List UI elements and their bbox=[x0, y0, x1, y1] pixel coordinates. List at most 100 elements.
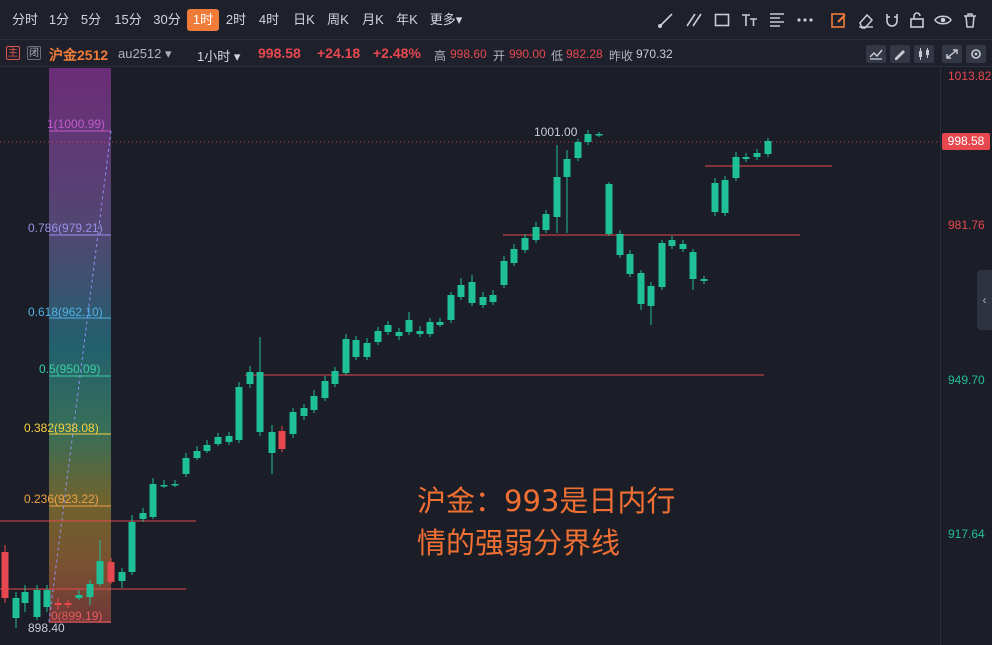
lock-icon[interactable] bbox=[908, 11, 926, 29]
candle-body bbox=[500, 261, 508, 285]
tf-1h[interactable]: 1时 bbox=[187, 9, 219, 31]
candle-body bbox=[395, 332, 403, 336]
tf-yearly[interactable]: 年K bbox=[389, 9, 425, 31]
fibonacci-icon[interactable] bbox=[768, 11, 786, 29]
candle-body bbox=[753, 153, 761, 157]
chart-annotation[interactable]: 沪金：993是日内行 情的强弱分界线 bbox=[417, 480, 675, 564]
draw-pen-icon[interactable] bbox=[890, 45, 910, 63]
candle-body bbox=[193, 451, 201, 458]
tf-1min[interactable]: 1分 bbox=[44, 9, 74, 31]
high-value: 998.60 bbox=[450, 47, 487, 61]
contract-select[interactable]: au2512 ▾ bbox=[118, 46, 172, 62]
candle-body bbox=[128, 522, 136, 572]
candle-body bbox=[1, 552, 9, 598]
candle-body bbox=[426, 322, 434, 334]
trend-line-icon[interactable] bbox=[657, 11, 675, 29]
candle-body bbox=[160, 485, 168, 487]
fib-label-0786: 0.786(979.21) bbox=[28, 221, 103, 235]
candle-body bbox=[658, 243, 666, 287]
price-change-pct: +2.48% bbox=[373, 45, 421, 61]
eye-icon[interactable] bbox=[934, 11, 952, 29]
candle-body bbox=[21, 592, 29, 603]
candle-body bbox=[668, 240, 676, 246]
candle-body bbox=[96, 561, 104, 584]
tf-monthly[interactable]: 月K bbox=[355, 9, 391, 31]
price-axis[interactable] bbox=[940, 67, 992, 645]
candle-body bbox=[584, 134, 592, 142]
candle-body bbox=[171, 484, 179, 486]
more-dots-icon[interactable] bbox=[796, 11, 814, 29]
candle-body bbox=[214, 437, 222, 444]
candle-body bbox=[225, 436, 233, 442]
candle-body bbox=[278, 431, 286, 449]
candle-body bbox=[563, 159, 571, 177]
axis-label-949: 949.70 bbox=[948, 373, 985, 387]
candle-body bbox=[711, 183, 719, 212]
fib-label-05: 0.5(950.09) bbox=[39, 362, 101, 376]
candle-body bbox=[647, 286, 655, 306]
tf-more[interactable]: 更多▾ bbox=[423, 9, 469, 31]
candle-body bbox=[384, 325, 392, 332]
candle-body bbox=[75, 595, 83, 598]
candle-body bbox=[457, 285, 465, 297]
axis-label-917: 917.64 bbox=[948, 527, 985, 541]
candle-body bbox=[468, 282, 476, 303]
tf-fenshi[interactable]: 分时 bbox=[6, 9, 44, 31]
candle-body bbox=[321, 381, 329, 398]
eraser-icon[interactable] bbox=[857, 11, 875, 29]
rectangle-icon[interactable] bbox=[713, 11, 731, 29]
timeframe-toolbar: 分时 1分 5分 15分 30分 1时 2时 4时 日K 周K 月K 年K 更多… bbox=[0, 0, 992, 40]
market-closed-badge: 闭 bbox=[27, 46, 41, 60]
main-contract-badge: 主 bbox=[6, 46, 20, 60]
candle-body bbox=[626, 254, 634, 274]
axis-label-981: 981.76 bbox=[948, 218, 985, 232]
candle-body bbox=[289, 412, 297, 434]
candle-body bbox=[256, 372, 264, 432]
candle-body bbox=[679, 244, 687, 249]
interval-select[interactable]: 1小时 ▾ bbox=[197, 46, 240, 65]
candle-body bbox=[86, 584, 94, 597]
candle-body bbox=[268, 432, 276, 453]
fib-label-1: 1(1000.99) bbox=[47, 117, 106, 131]
tf-15min[interactable]: 15分 bbox=[109, 9, 147, 31]
candle-body bbox=[374, 331, 382, 342]
text-icon[interactable] bbox=[741, 11, 759, 29]
open-value: 990.00 bbox=[509, 47, 546, 61]
candle-body bbox=[43, 590, 51, 607]
candle-body bbox=[489, 295, 497, 302]
trash-icon[interactable] bbox=[961, 11, 979, 29]
candle-body bbox=[54, 603, 62, 605]
tf-weekly[interactable]: 周K bbox=[320, 9, 356, 31]
fib-retracement-band[interactable] bbox=[49, 68, 111, 623]
candle-body bbox=[64, 603, 72, 605]
tf-30min[interactable]: 30分 bbox=[148, 9, 186, 31]
indicator-icon[interactable] bbox=[866, 45, 886, 63]
tf-5min[interactable]: 5分 bbox=[76, 9, 106, 31]
side-panel-toggle[interactable]: ‹ bbox=[977, 270, 992, 330]
candle-body bbox=[416, 331, 424, 334]
parallel-lines-icon[interactable] bbox=[685, 11, 703, 29]
horizontal-lines[interactable] bbox=[0, 165, 832, 590]
magnet-icon[interactable] bbox=[883, 11, 901, 29]
price-change: +24.18 bbox=[317, 45, 361, 61]
candle-body bbox=[721, 180, 729, 213]
candle-body bbox=[405, 320, 413, 332]
tf-4h[interactable]: 4时 bbox=[253, 9, 285, 31]
tf-daily[interactable]: 日K bbox=[286, 9, 322, 31]
low-value: 982.28 bbox=[566, 47, 603, 61]
candle-body bbox=[310, 396, 318, 410]
candle-body bbox=[182, 458, 190, 474]
axis-label-1013: 1013.82 bbox=[948, 69, 992, 83]
high-label: 高 bbox=[434, 49, 447, 63]
tf-2h[interactable]: 2时 bbox=[220, 9, 252, 31]
high-marker: 1001.00 bbox=[534, 125, 578, 139]
settings-icon[interactable] bbox=[966, 45, 986, 63]
fullscreen-icon[interactable] bbox=[942, 45, 962, 63]
open-label: 开 bbox=[493, 49, 506, 63]
candle-body bbox=[363, 343, 371, 357]
edit-icon[interactable] bbox=[830, 11, 848, 29]
instrument-name[interactable]: 沪金2512 bbox=[49, 45, 108, 65]
annotation-line-2: 情的强弱分界线 bbox=[417, 526, 621, 560]
candle-body bbox=[521, 238, 529, 250]
candle-style-icon[interactable] bbox=[914, 45, 934, 63]
